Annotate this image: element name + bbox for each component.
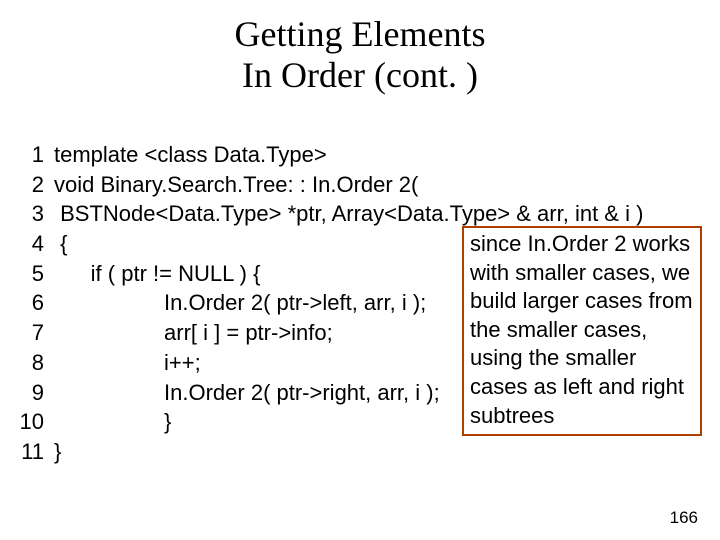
code-line: 3 BSTNode<Data.Type> *ptr, Array<Data.Ty…	[14, 199, 643, 229]
annotation-text: since In.Order 2 works with smaller case…	[470, 231, 693, 428]
annotation-box: since In.Order 2 works with smaller case…	[462, 226, 702, 436]
title-line-1: Getting Elements	[0, 14, 720, 55]
slide: Getting Elements In Order (cont. ) 1temp…	[0, 0, 720, 540]
code-line: 11}	[14, 437, 643, 467]
slide-title: Getting Elements In Order (cont. )	[0, 0, 720, 97]
page-number: 166	[670, 508, 698, 528]
code-line: 2void Binary.Search.Tree: : In.Order 2(	[14, 170, 643, 200]
title-line-2: In Order (cont. )	[0, 55, 720, 96]
code-line: 1template <class Data.Type>	[14, 140, 643, 170]
